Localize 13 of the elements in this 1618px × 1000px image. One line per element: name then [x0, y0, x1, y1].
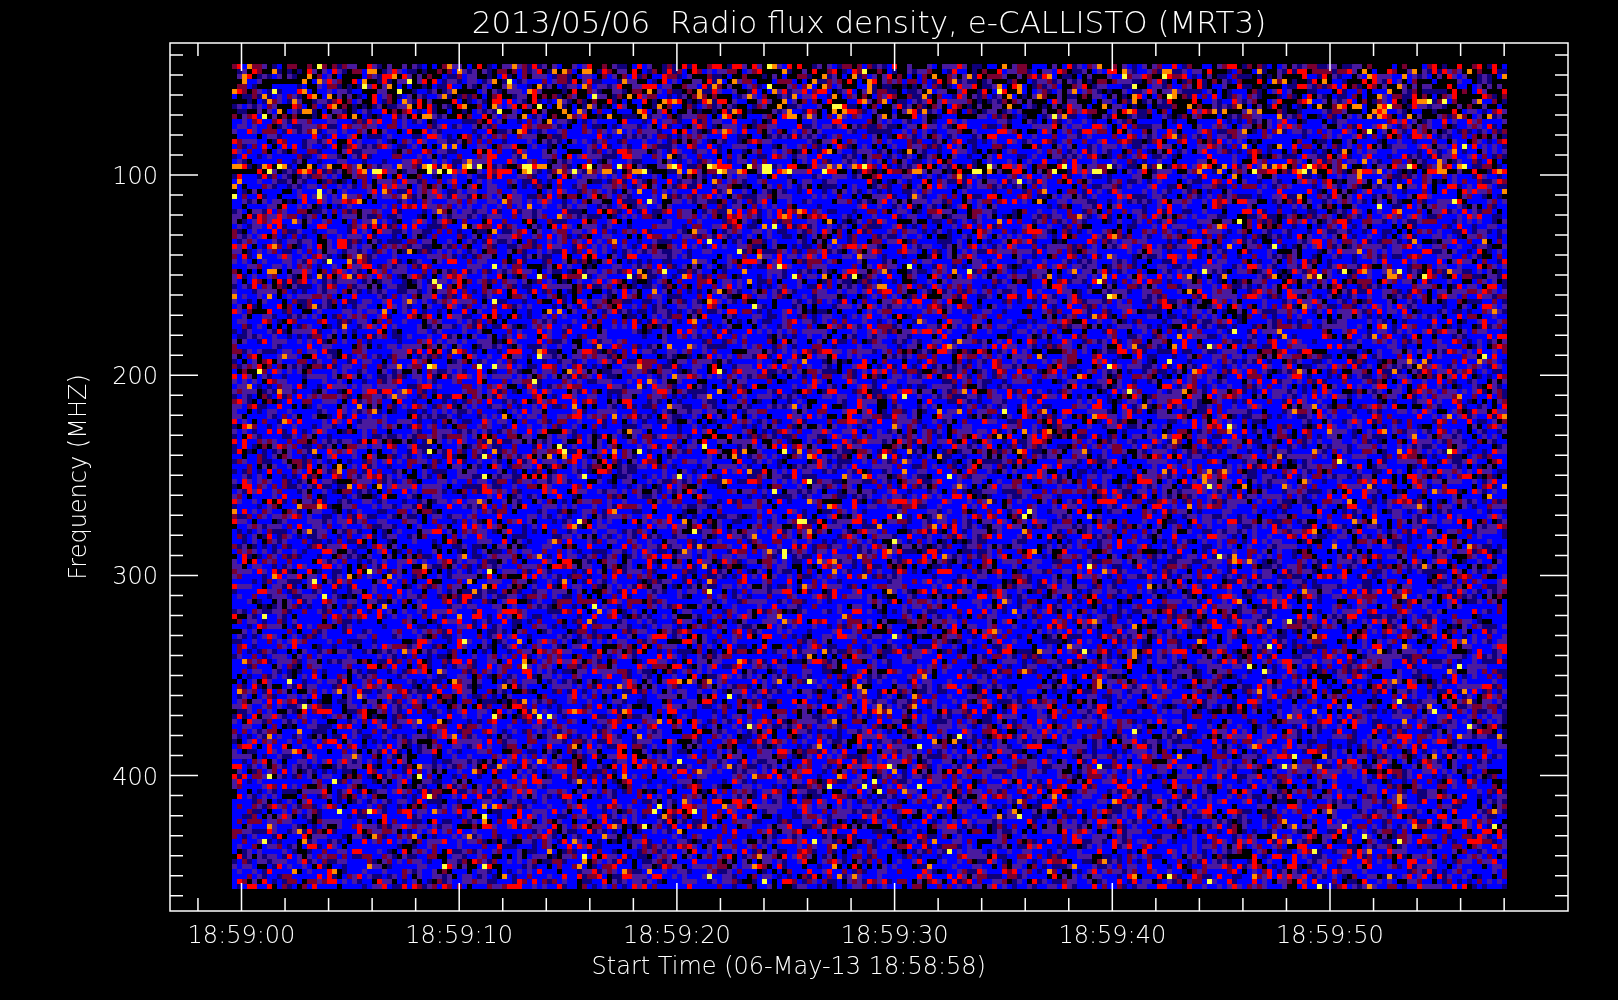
x-tick-label: 18:59:50 [1276, 921, 1384, 949]
y-tick-label: 200 [112, 362, 158, 391]
x-axis-label: Start Time (06-May-13 18:58:58) [591, 952, 986, 980]
x-tick-label: 18:59:00 [187, 921, 296, 949]
x-tick-label: 18:59:30 [840, 921, 949, 949]
y-tick-label: 100 [112, 162, 158, 190]
chart-title: 2013/05/06 Radio flux density, e-CALLISTO (MRT3) [471, 4, 1267, 40]
y-tick-label: 400 [112, 762, 158, 791]
y-tick-label: 300 [112, 562, 158, 591]
x-tick-label: 18:59:10 [405, 921, 514, 949]
y-axis-label: Frequency (MHZ) [64, 374, 92, 580]
x-tick-label: 18:59:40 [1058, 921, 1167, 949]
x-tick-label: 18:59:20 [623, 921, 731, 949]
